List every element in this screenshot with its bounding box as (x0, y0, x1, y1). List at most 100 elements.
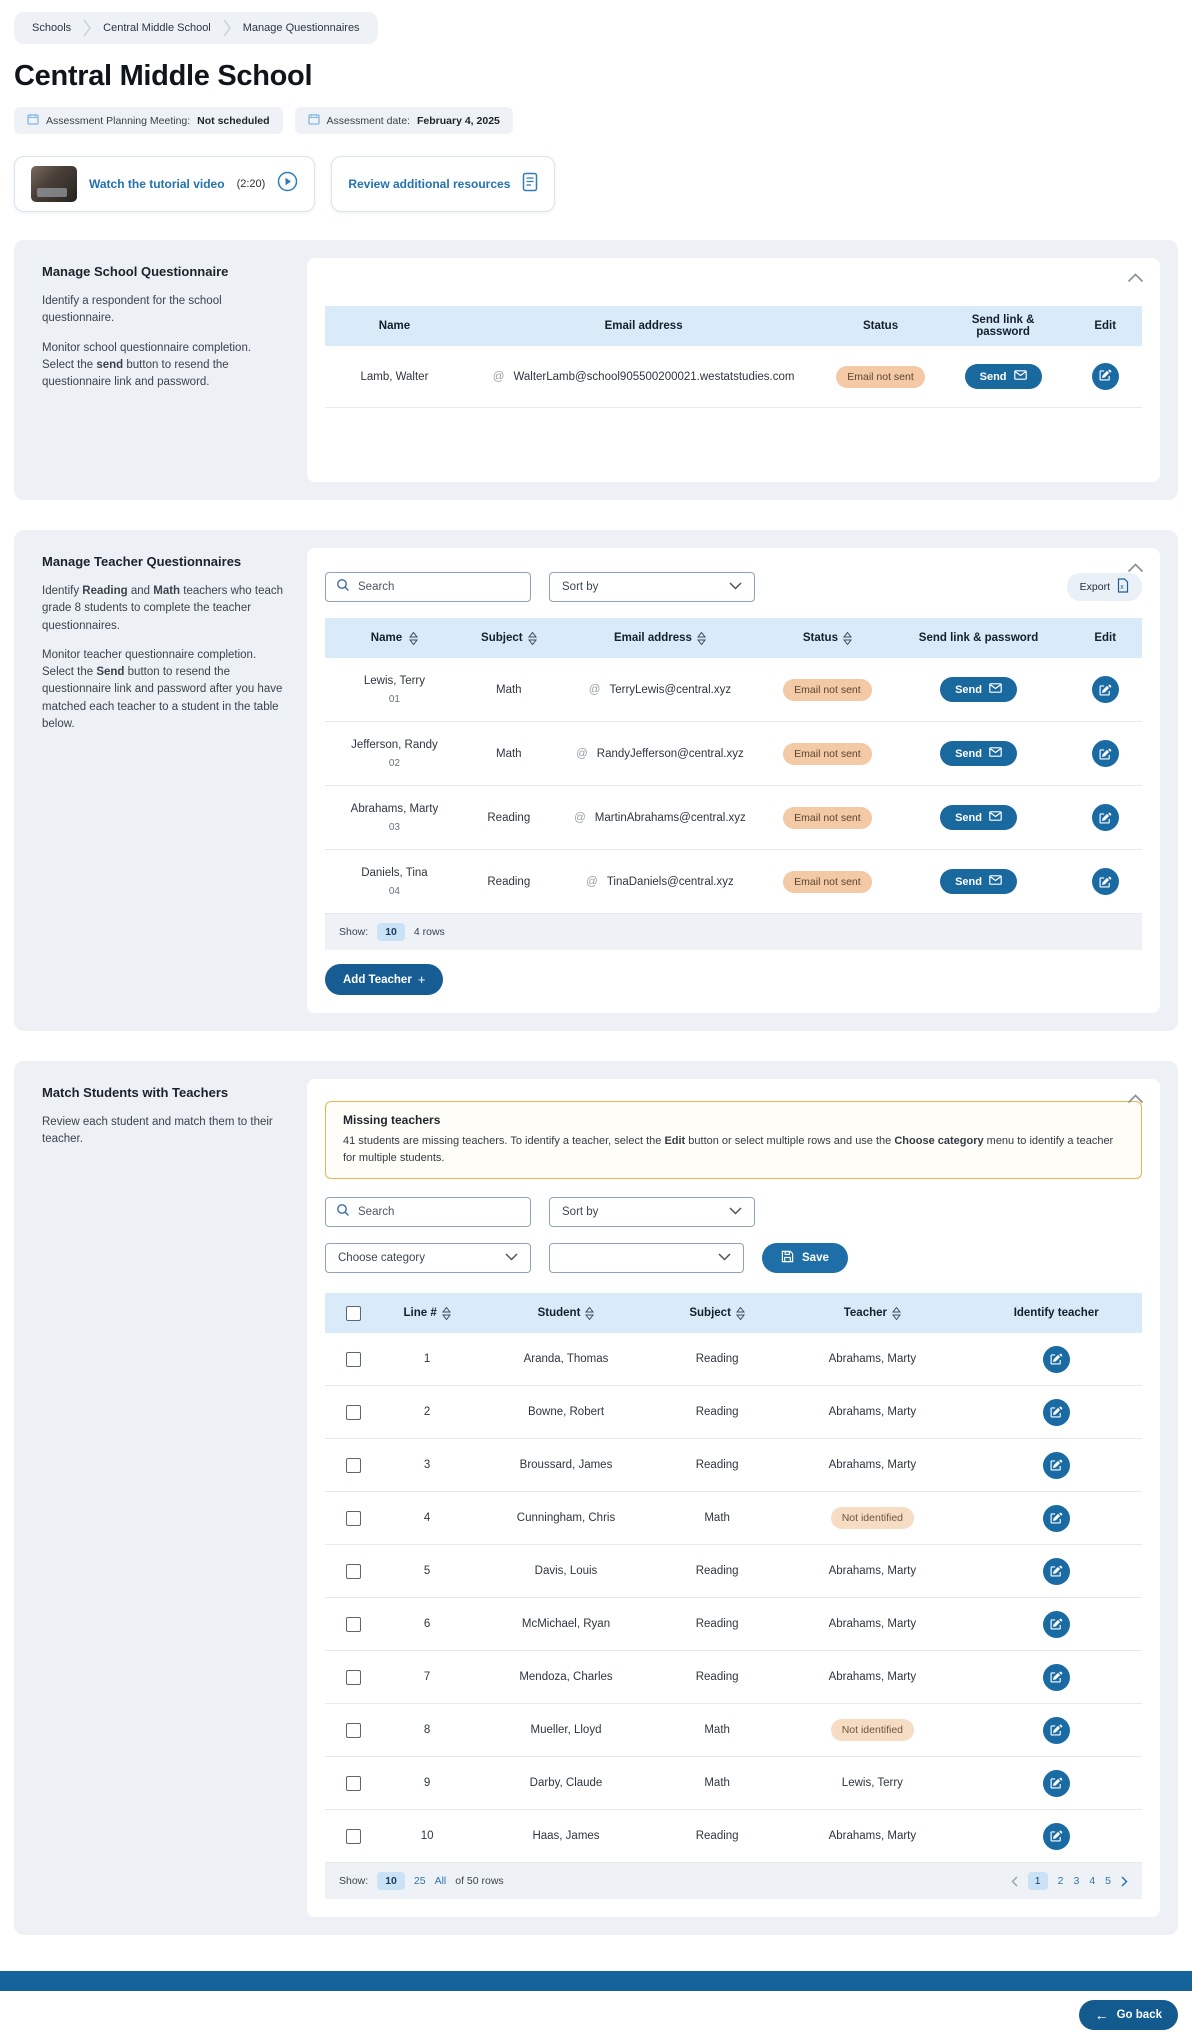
row-checkbox[interactable] (346, 1405, 361, 1420)
send-button[interactable]: Send (940, 741, 1017, 766)
page-5[interactable]: 5 (1105, 1875, 1111, 1887)
page-size-10[interactable]: 10 (377, 923, 405, 941)
calendar-icon (308, 113, 320, 128)
select-all-checkbox[interactable] (346, 1306, 361, 1321)
prev-page-icon[interactable] (1011, 1876, 1018, 1887)
excel-file-icon: x (1117, 578, 1129, 596)
column-header-identify: Identify teacher (970, 1303, 1142, 1323)
teacher-line-number: 03 (389, 822, 400, 833)
student-subject: Reading (660, 1455, 774, 1475)
breadcrumb-item-central-middle-school[interactable]: Central Middle School (103, 22, 211, 34)
student-name: Mendoza, Charles (472, 1667, 660, 1687)
identify-teacher-button[interactable] (1043, 1558, 1070, 1585)
choose-category-select[interactable]: Choose category (325, 1243, 531, 1273)
column-header-send: Send link & password (938, 310, 1069, 342)
show-label: Show: (339, 926, 368, 938)
page-4[interactable]: 4 (1089, 1875, 1095, 1887)
collapse-section-icon[interactable] (1127, 270, 1144, 288)
column-header-subject[interactable]: Subject (660, 1303, 774, 1324)
save-button[interactable]: Save (762, 1243, 848, 1273)
identify-teacher-button[interactable] (1043, 1505, 1070, 1532)
send-button[interactable]: Send (940, 677, 1017, 702)
school-section-description: Manage School Questionnaire Identify a r… (32, 258, 287, 482)
breadcrumb-chevron-icon (223, 19, 231, 37)
go-back-button[interactable]: ← Go back (1079, 2000, 1178, 2030)
status-cell: Email not sent (766, 675, 889, 705)
identify-teacher-button[interactable] (1043, 1823, 1070, 1850)
add-teacher-button[interactable]: Add Teacher + (325, 964, 443, 995)
row-checkbox[interactable] (346, 1776, 361, 1791)
envelope-icon (989, 683, 1002, 696)
student-teacher: Abrahams, Marty (774, 1667, 970, 1687)
edit-button[interactable] (1092, 740, 1119, 767)
edit-button[interactable] (1092, 804, 1119, 831)
send-button[interactable]: Send (940, 869, 1017, 894)
row-checkbox[interactable] (346, 1458, 361, 1473)
page-1[interactable]: 1 (1028, 1872, 1048, 1890)
identify-teacher-button[interactable] (1043, 1717, 1070, 1744)
table-row: 3 Broussard, James Reading Abrahams, Mar… (325, 1439, 1142, 1492)
row-checkbox[interactable] (346, 1352, 361, 1367)
edit-button[interactable] (1092, 868, 1119, 895)
row-checkbox[interactable] (346, 1723, 361, 1738)
edit-cell (1068, 672, 1142, 707)
column-header-name[interactable]: Name (325, 628, 464, 649)
row-checkbox[interactable] (346, 1617, 361, 1632)
row-count-label: 4 rows (414, 926, 445, 938)
collapse-section-icon[interactable] (1127, 560, 1144, 578)
next-page-icon[interactable] (1121, 1876, 1128, 1887)
identify-teacher-button[interactable] (1043, 1346, 1070, 1373)
video-duration: (2:20) (237, 178, 266, 190)
page-size-all[interactable]: All (435, 1875, 447, 1887)
column-header-status[interactable]: Status (766, 628, 889, 649)
teacher-subject: Reading (464, 872, 554, 892)
search-input[interactable] (358, 1206, 520, 1218)
send-cell: Send (889, 865, 1069, 898)
column-header-email[interactable]: Email address (554, 628, 766, 649)
identify-teacher-button[interactable] (1043, 1770, 1070, 1797)
student-teacher: Abrahams, Marty (774, 1402, 970, 1422)
tutorial-video-card[interactable]: Watch the tutorial video (2:20) (14, 156, 315, 212)
row-checkbox[interactable] (346, 1670, 361, 1685)
breadcrumb-item-schools[interactable]: Schools (32, 22, 71, 34)
teacher-email: @TinaDaniels@central.xyz (554, 872, 766, 892)
breadcrumb-item-manage-questionnaires[interactable]: Manage Questionnaires (243, 22, 360, 34)
match-section-description: Match Students with Teachers Review each… (32, 1079, 287, 1917)
identify-teacher-button[interactable] (1043, 1611, 1070, 1638)
additional-resources-card[interactable]: Review additional resources (331, 156, 555, 212)
student-name: Bowne, Robert (472, 1402, 660, 1422)
student-line-number: 2 (382, 1402, 472, 1422)
page-size-10[interactable]: 10 (377, 1872, 405, 1890)
sort-by-select[interactable]: Sort by (549, 572, 755, 602)
page-3[interactable]: 3 (1073, 1875, 1079, 1887)
edit-button[interactable] (1092, 676, 1119, 703)
sort-by-select[interactable]: Sort by (549, 1197, 755, 1227)
missing-teachers-warning: Missing teachers 41 students are missing… (325, 1101, 1142, 1179)
row-checkbox[interactable] (346, 1829, 361, 1844)
identify-teacher-button[interactable] (1043, 1399, 1070, 1426)
page-size-25[interactable]: 25 (414, 1875, 426, 1887)
column-header-line[interactable]: Line # (382, 1303, 472, 1324)
row-checkbox[interactable] (346, 1511, 361, 1526)
column-header-teacher[interactable]: Teacher (774, 1303, 970, 1324)
teacher-name-cell: Daniels, Tina04 (325, 863, 464, 901)
row-checkbox[interactable] (346, 1564, 361, 1579)
category-value-select[interactable] (549, 1243, 744, 1273)
page-2[interactable]: 2 (1058, 1875, 1064, 1887)
column-header-student[interactable]: Student (472, 1303, 660, 1324)
edit-cell (1068, 864, 1142, 899)
student-subject: Reading (660, 1402, 774, 1422)
send-button[interactable]: Send (940, 805, 1017, 830)
student-line-number: 7 (382, 1667, 472, 1687)
section-paragraph: Monitor school questionnaire completion.… (42, 340, 285, 392)
table-row: 10 Haas, James Reading Abrahams, Marty (325, 1810, 1142, 1863)
send-button[interactable]: Send (965, 364, 1042, 389)
page-title: Central Middle School (14, 60, 1178, 93)
identify-teacher-button[interactable] (1043, 1452, 1070, 1479)
search-input[interactable] (358, 581, 520, 593)
collapse-section-icon[interactable] (1127, 1091, 1144, 1109)
identify-teacher-button[interactable] (1043, 1664, 1070, 1691)
column-header-subject[interactable]: Subject (464, 628, 554, 649)
edit-button[interactable] (1092, 363, 1119, 390)
student-teacher: Not identified (774, 1715, 970, 1745)
